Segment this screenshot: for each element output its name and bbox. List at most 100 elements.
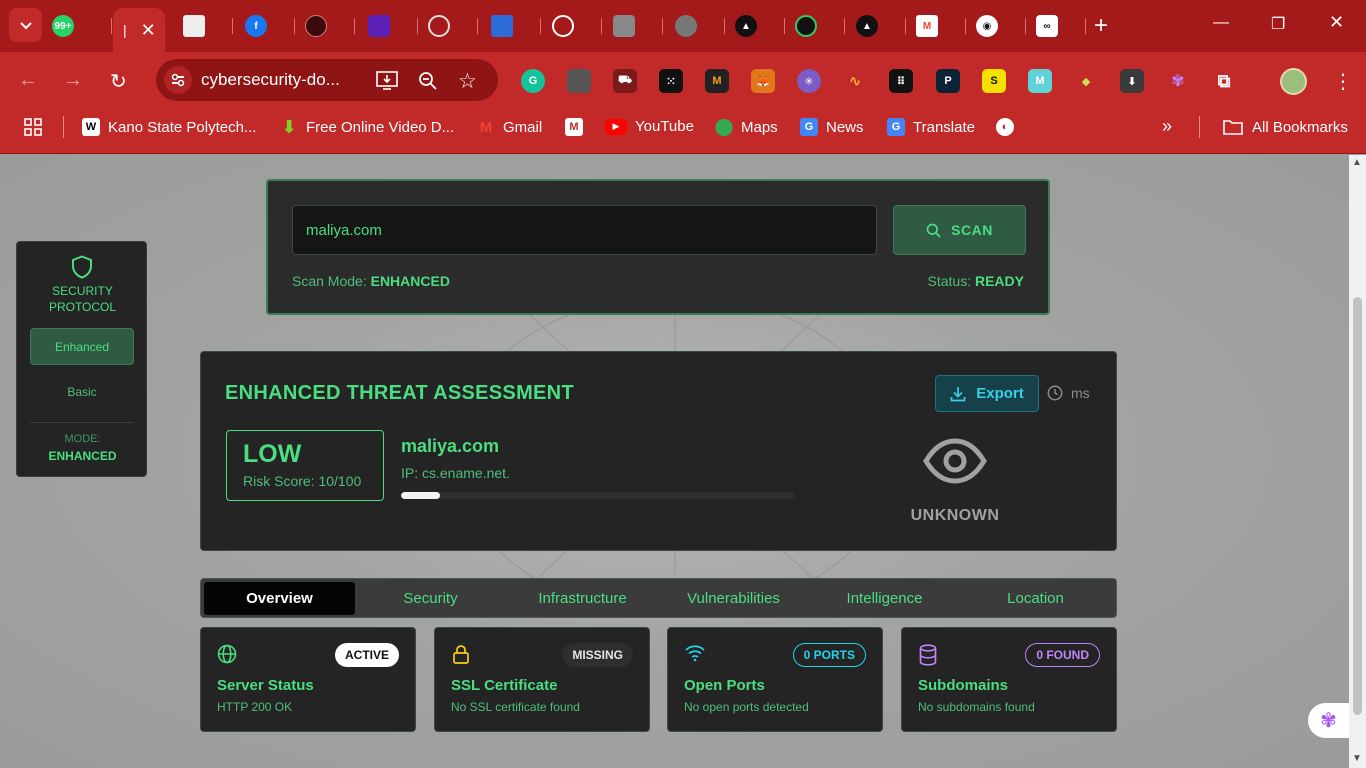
browser-toolbar: ← → ↻ cybersecurity-do... ☆ G ⛟ ⁙ M 🦊 ✳ … xyxy=(0,52,1366,110)
tab-location[interactable]: Location xyxy=(960,582,1111,615)
download-icon[interactable]: ⬇ xyxy=(1120,69,1144,93)
youtube-icon: ▶ xyxy=(605,118,627,135)
tab-11[interactable]: ▲ xyxy=(735,8,785,44)
subdomains-card[interactable]: 0 FOUND Subdomains No subdomains found xyxy=(901,627,1117,732)
close-window-icon[interactable]: ✕ xyxy=(1329,12,1344,33)
tab-4[interactable] xyxy=(305,8,355,44)
tab-intelligence[interactable]: Intelligence xyxy=(809,582,960,615)
reload-icon[interactable]: ↻ xyxy=(110,69,127,94)
news-icon: G xyxy=(800,118,818,136)
assistant-button[interactable]: ✾ xyxy=(1308,703,1349,738)
scroll-up-icon[interactable]: ▲ xyxy=(1352,157,1362,168)
back-icon[interactable]: ← xyxy=(18,69,38,92)
scanned-domain: maliya.com xyxy=(401,436,500,456)
tab-gmail[interactable]: M xyxy=(916,8,966,44)
tab-search-button[interactable] xyxy=(9,8,42,42)
metamask-icon[interactable]: 🦊 xyxy=(751,69,775,93)
bookmark-item[interactable]: M Gmail xyxy=(477,118,542,136)
tab-10[interactable] xyxy=(675,8,725,44)
brain-icon[interactable]: ✾ xyxy=(1166,69,1190,93)
download-icon xyxy=(950,386,966,401)
bookmark-item[interactable]: G Translate xyxy=(887,118,975,136)
compass-icon xyxy=(428,15,450,37)
domain-ip: IP: cs.ename.net. xyxy=(401,465,510,481)
export-button[interactable]: Export xyxy=(935,375,1039,412)
gmail-icon: M xyxy=(916,15,938,37)
diamond-icon xyxy=(613,15,635,37)
tab-12[interactable] xyxy=(795,8,845,44)
restore-icon[interactable]: ❐ xyxy=(1271,14,1285,34)
bookmark-item[interactable]: ⬤ Maps xyxy=(714,117,777,136)
extension-icon[interactable] xyxy=(567,69,591,93)
gift-icon[interactable]: ⛟ xyxy=(613,69,637,93)
forward-icon[interactable]: → xyxy=(63,69,83,92)
tab-vulnerabilities[interactable]: Vulnerabilities xyxy=(658,582,809,615)
tab-github[interactable]: ◉ xyxy=(976,8,1026,44)
tab-13[interactable]: ▲ xyxy=(856,8,906,44)
export-label: Export xyxy=(976,385,1024,402)
bookmark-star-icon[interactable]: ☆ xyxy=(458,69,477,94)
all-bookmarks-button[interactable]: All Bookmarks xyxy=(1222,118,1348,136)
protocol-option-basic[interactable]: Basic xyxy=(30,373,134,410)
bookmark-item[interactable]: ▶ YouTube xyxy=(605,118,694,135)
page-scrollbar[interactable]: ▲ ▼ xyxy=(1349,155,1366,768)
status-badge: ACTIVE xyxy=(334,643,399,667)
domain-input[interactable] xyxy=(292,205,877,255)
bookmark-item[interactable]: M xyxy=(565,118,591,136)
tab-infrastructure[interactable]: Infrastructure xyxy=(507,582,658,615)
install-app-icon[interactable] xyxy=(376,71,398,96)
scan-mode: Scan Mode: ENHANCED xyxy=(292,273,450,289)
tab-2[interactable] xyxy=(183,8,233,44)
tab-whatsapp[interactable]: 99+ xyxy=(52,8,112,44)
open-ports-card[interactable]: 0 PORTS Open Ports No open ports detecte… xyxy=(667,627,883,732)
scroll-thumb[interactable] xyxy=(1353,297,1362,715)
tab-7[interactable] xyxy=(491,8,541,44)
tab-16[interactable]: ∞ xyxy=(1036,8,1086,44)
card-title: SSL Certificate xyxy=(451,677,558,694)
tab-5[interactable] xyxy=(368,8,418,44)
dots-icon[interactable]: ⁙ xyxy=(659,69,683,93)
diamond-extension-icon[interactable]: ◆ xyxy=(1074,69,1098,93)
panel-title: SECURITY PROTOCOL xyxy=(48,284,117,314)
ssl-certificate-card[interactable]: MISSING SSL Certificate No SSL certifica… xyxy=(434,627,650,732)
puzzle-extensions-icon[interactable]: ⧉ xyxy=(1212,69,1236,93)
close-tab-icon[interactable]: ✕ xyxy=(141,20,156,41)
tab-active[interactable]: | ✕ xyxy=(113,8,165,52)
url-text[interactable]: cybersecurity-do... xyxy=(201,70,340,90)
star-extension-icon[interactable]: ✳ xyxy=(797,69,821,93)
bookmark-item[interactable]: ⬇ Free Online Video D... xyxy=(280,117,454,137)
extension-icon[interactable]: P xyxy=(936,69,960,93)
protocol-option-enhanced[interactable]: Enhanced xyxy=(30,328,134,365)
bookmark-item[interactable]: G News xyxy=(800,118,864,136)
extension-icon[interactable]: S xyxy=(982,69,1006,93)
profile-avatar[interactable] xyxy=(1280,68,1307,95)
apps-grid-icon[interactable] xyxy=(24,118,42,136)
card-subtitle: HTTP 200 OK xyxy=(217,700,293,714)
tab-overview[interactable]: Overview xyxy=(204,582,355,615)
grammarly-icon[interactable]: G xyxy=(521,69,545,93)
scan-button[interactable]: SCAN xyxy=(893,205,1026,255)
clock-icon xyxy=(1047,385,1063,401)
tab-9[interactable] xyxy=(613,8,663,44)
tab-chatgpt[interactable] xyxy=(552,8,602,44)
zoom-icon[interactable] xyxy=(418,71,438,96)
tab-facebook[interactable]: f xyxy=(245,8,295,44)
server-status-card[interactable]: ACTIVE Server Status HTTP 200 OK xyxy=(200,627,416,732)
scroll-down-icon[interactable]: ▼ xyxy=(1352,753,1362,764)
address-bar[interactable]: cybersecurity-do... ☆ xyxy=(156,59,498,101)
tab-6[interactable] xyxy=(428,8,478,44)
database-icon xyxy=(919,644,937,666)
bookmark-item[interactable]: ◐ xyxy=(996,118,1022,136)
threat-assessment-card: ENHANCED THREAT ASSESSMENT Export ms LOW… xyxy=(200,351,1117,551)
wave-icon[interactable]: ∿ xyxy=(843,69,867,93)
grid-extension-icon[interactable]: ⠿ xyxy=(889,69,913,93)
menu-kebab-icon[interactable]: ⋮ xyxy=(1333,69,1353,94)
bookmark-item[interactable]: W Kano State Polytech... xyxy=(82,118,256,136)
tab-security[interactable]: Security xyxy=(355,582,506,615)
minimize-icon[interactable]: — xyxy=(1213,14,1229,32)
more-bookmarks-button[interactable]: » xyxy=(1162,116,1172,137)
new-tab-button[interactable]: + xyxy=(1094,12,1108,40)
extension-icon[interactable]: M xyxy=(705,69,729,93)
site-info-icon[interactable] xyxy=(164,66,192,94)
extension-icon[interactable]: M xyxy=(1028,69,1052,93)
